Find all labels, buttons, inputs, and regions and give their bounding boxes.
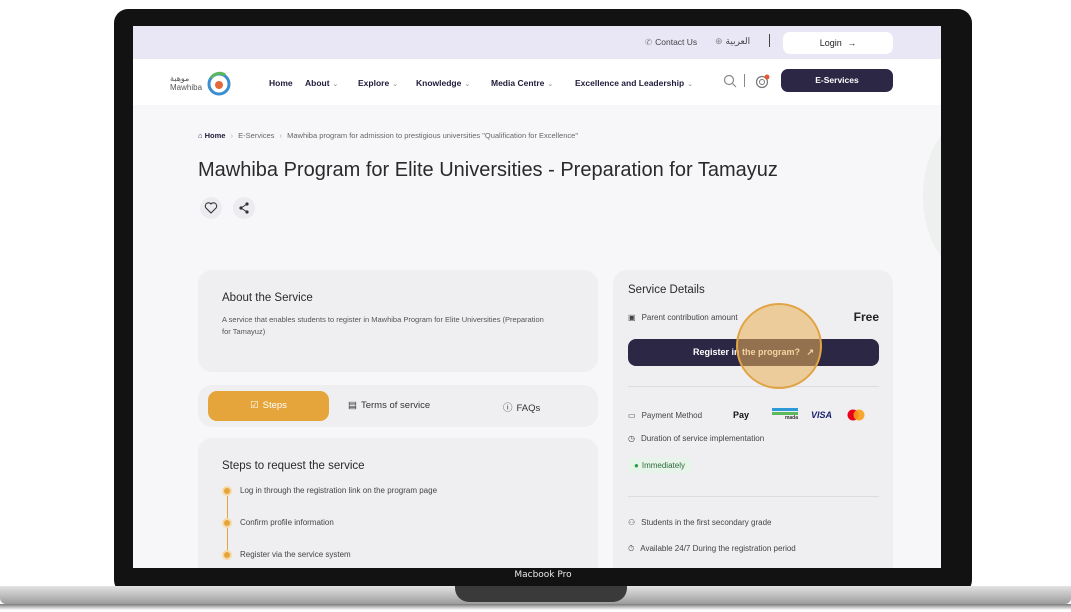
duration-label: Duration of service implementation xyxy=(640,434,765,443)
main-nav: موهبة Mawhiba Home About ⌄ Explore ⌄ Knowl… xyxy=(133,59,941,105)
visa-logo: VISA xyxy=(811,410,833,420)
breadcrumb: ⌂ Home › E-Services › Mawhiba program fo… xyxy=(198,131,578,140)
breadcrumb-separator: › xyxy=(279,131,283,140)
login-button[interactable]: Login → xyxy=(783,32,893,54)
divider xyxy=(769,34,770,47)
students-icon: ⚇ xyxy=(628,518,636,527)
contribution-label: Parent contribution amount xyxy=(641,313,738,322)
contribution-row: ▣ Parent contribution amount xyxy=(628,313,738,322)
nav-excellence[interactable]: Excellence and Leadership ⌄ xyxy=(575,78,693,88)
audience-row: ⚇ Students in the first secondary grade xyxy=(628,518,771,527)
divider xyxy=(628,496,879,497)
duration-row: ◷ Duration of service implementation xyxy=(628,434,764,443)
contact-us-label: Contact Us xyxy=(655,37,698,47)
share-button[interactable] xyxy=(233,197,255,219)
payment-label: Payment Method xyxy=(641,411,703,420)
heart-icon xyxy=(204,202,218,214)
click-highlight xyxy=(736,303,822,389)
question-icon: ⓘ xyxy=(503,403,513,414)
status-dot-icon: ● xyxy=(634,461,639,470)
service-details-heading: Service Details xyxy=(628,284,705,296)
share-icon xyxy=(239,202,249,214)
breadcrumb-current: Mawhiba program for admission to prestig… xyxy=(287,131,578,140)
tab-steps-label: Steps xyxy=(262,400,287,411)
breadcrumb-separator: › xyxy=(230,131,234,140)
tabs-bar: ☑ Steps ▤ Terms of service ⓘ FAQs xyxy=(198,385,598,427)
device-label: Macbook Pro xyxy=(514,570,572,580)
laptop-notch xyxy=(455,586,627,602)
breadcrumb-home[interactable]: Home xyxy=(205,131,226,140)
page-title: Mawhiba Program for Elite Universities -… xyxy=(198,159,778,181)
step-dot xyxy=(222,550,232,560)
step-dot xyxy=(222,518,232,528)
steps-heading: Steps to request the service xyxy=(222,460,365,472)
logo-latin: Mawhiba xyxy=(170,83,203,92)
search-icon[interactable] xyxy=(723,74,737,88)
duration-value: Immediately xyxy=(641,461,685,470)
about-heading: About the Service xyxy=(222,292,313,304)
card-icon: ▭ xyxy=(628,411,636,420)
steps-icon: ☑ xyxy=(250,400,259,411)
step-item: Log in through the registration link on … xyxy=(222,486,437,496)
tab-terms[interactable]: ▤ Terms of service xyxy=(348,400,430,411)
logo-text[interactable]: موهبة Mawhiba xyxy=(170,74,202,92)
mawhiba-logo-icon[interactable] xyxy=(205,69,233,97)
contribution-value: Free xyxy=(853,310,879,324)
globe-icon: ⊕ xyxy=(715,36,723,46)
availability-row: ⏱ Available 24/7 During the registration … xyxy=(628,544,796,554)
language-label: العربية xyxy=(725,36,751,46)
tab-faqs-label: FAQs xyxy=(516,403,541,414)
about-card: About the Service A service that enables… xyxy=(198,270,598,372)
money-icon: ▣ xyxy=(628,313,636,322)
nav-home[interactable]: Home xyxy=(269,78,293,88)
home-icon: ⌂ xyxy=(198,131,203,140)
duration-badge: ● Immediately xyxy=(628,458,691,473)
step-dot xyxy=(222,486,232,496)
tab-terms-label: Terms of service xyxy=(360,400,431,411)
laptop-shadow xyxy=(0,604,1071,610)
nav-media-centre[interactable]: Media Centre ⌄ xyxy=(491,78,553,88)
decorative-arc xyxy=(923,121,941,271)
stopwatch-icon: ⏱ xyxy=(628,544,635,553)
step-item: Register via the service system xyxy=(222,550,351,560)
breadcrumb-eservices[interactable]: E-Services xyxy=(238,131,274,140)
login-label: Login xyxy=(819,38,842,48)
step-item: Confirm profile information xyxy=(222,518,334,528)
accessibility-icon[interactable] xyxy=(755,74,770,89)
logo-arabic: موهبة xyxy=(170,74,190,83)
tab-faqs[interactable]: ⓘ FAQs xyxy=(503,400,540,414)
login-arrow-icon: → xyxy=(847,38,857,48)
apple-pay-logo: Pay xyxy=(733,410,750,420)
divider xyxy=(628,386,879,387)
mastercard-icon xyxy=(847,409,865,421)
e-services-button[interactable]: E-Services xyxy=(781,69,893,92)
nav-knowledge[interactable]: Knowledge ⌄ xyxy=(416,78,470,88)
clock-icon: ◷ xyxy=(628,434,635,443)
payment-row: ▭ Payment Method xyxy=(628,411,702,420)
availability-label: Available 24/7 During the registration p… xyxy=(640,544,796,553)
steps-card: Steps to request the service Log in thro… xyxy=(198,438,598,568)
about-text: A service that enables students to regis… xyxy=(222,315,544,336)
contact-us-link[interactable]: ✆ Contact Us xyxy=(645,37,697,48)
language-switch[interactable]: ⊕ العربية xyxy=(715,36,750,47)
nav-divider xyxy=(744,74,745,87)
document-icon: ▤ xyxy=(348,400,357,411)
nav-explore[interactable]: Explore ⌄ xyxy=(358,78,398,88)
audience-label: Students in the first secondary grade xyxy=(641,518,772,527)
utility-bar: ✆ Contact Us ⊕ العربية Login → xyxy=(133,26,941,59)
nav-about[interactable]: About ⌄ xyxy=(305,78,338,88)
phone-icon: ✆ xyxy=(645,37,653,47)
favorite-button[interactable] xyxy=(200,197,222,219)
tab-steps[interactable]: ☑ Steps xyxy=(208,391,329,421)
screen: ✆ Contact Us ⊕ العربية Login → موهبة Mawhi… xyxy=(133,26,941,568)
mada-logo: mada xyxy=(772,408,798,422)
